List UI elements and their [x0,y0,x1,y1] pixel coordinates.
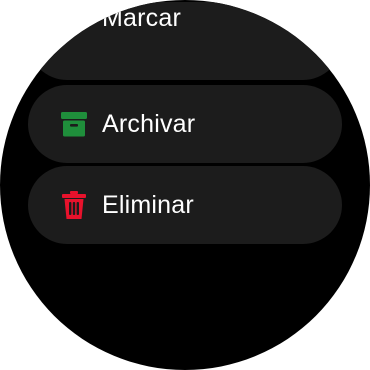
archive-button-label: Archivar [102,109,196,138]
flag-icon [58,2,90,34]
delete-button-label: Eliminar [102,190,194,219]
watch-screen: Marcar Archivar Eliminar [0,0,370,370]
trash-icon [58,189,90,221]
delete-button[interactable]: Eliminar [28,166,342,244]
archive-icon [58,108,90,140]
flag-button[interactable]: Marcar [28,2,342,80]
flag-button-label: Marcar [102,3,181,32]
archive-button[interactable]: Archivar [28,85,342,163]
